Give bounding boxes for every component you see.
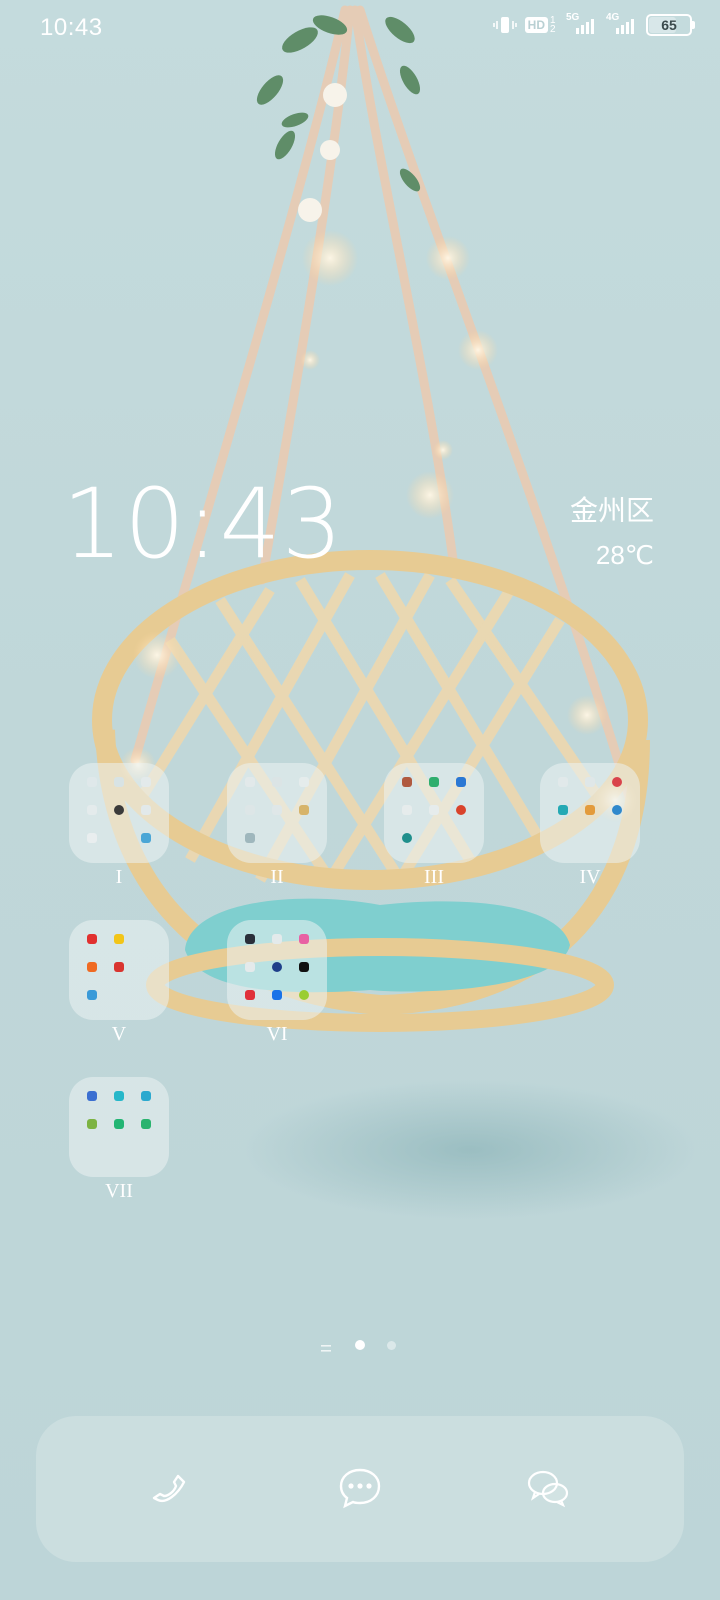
app-icon <box>245 962 255 972</box>
folder-label: IV <box>579 866 601 888</box>
folder-4[interactable] <box>540 763 640 863</box>
status-bar: 10:43 HD 1 2 5G 4G 65 <box>0 0 720 56</box>
folder-6[interactable] <box>227 920 327 1020</box>
weather-location: 金州区 <box>569 494 654 527</box>
signal-4g-icon: 4G <box>606 12 638 36</box>
weather-temperature: 28℃ <box>595 540 654 570</box>
app-icon <box>456 805 466 815</box>
messages-button[interactable] <box>328 1456 392 1520</box>
app-icon <box>141 833 151 843</box>
app-icon <box>585 805 595 815</box>
status-time: 10:43 <box>40 14 103 41</box>
app-icon <box>272 805 282 815</box>
folder-1[interactable] <box>69 763 169 863</box>
app-icon <box>114 777 124 787</box>
app-icon <box>114 805 124 815</box>
app-icon <box>141 1091 151 1101</box>
menu-lines-icon[interactable] <box>320 1341 332 1359</box>
folder-label: VI <box>266 1023 288 1045</box>
app-icon <box>402 833 412 843</box>
app-icon <box>87 1091 97 1101</box>
app-icon <box>402 805 412 815</box>
folder-5[interactable] <box>69 920 169 1020</box>
vibrate-icon <box>492 15 517 35</box>
app-icon <box>272 962 282 972</box>
app-icon <box>429 777 439 787</box>
app-icon <box>272 990 282 1000</box>
app-icon <box>402 777 412 787</box>
phone-button[interactable] <box>138 1456 202 1520</box>
folder-label: VII <box>105 1180 133 1202</box>
folder-3[interactable] <box>384 763 484 863</box>
app-icon <box>87 833 97 843</box>
app-icon <box>87 1119 97 1129</box>
folder-2[interactable] <box>227 763 327 863</box>
app-icon <box>299 962 309 972</box>
app-icon <box>114 962 124 972</box>
hd-badge: HD <box>524 17 548 33</box>
app-icon <box>299 990 309 1000</box>
app-icon <box>612 777 622 787</box>
app-icon <box>114 1091 124 1101</box>
folder-7[interactable] <box>69 1077 169 1177</box>
app-icon <box>141 1119 151 1129</box>
dock <box>36 1416 684 1562</box>
battery-percent: 65 <box>661 17 677 33</box>
app-icon <box>245 990 255 1000</box>
app-icon <box>245 805 255 815</box>
app-icon <box>272 934 282 944</box>
app-icon <box>299 805 309 815</box>
app-icon <box>299 777 309 787</box>
signal-5g-icon: 5G <box>566 12 598 36</box>
app-icon <box>141 805 151 815</box>
app-icon <box>558 777 568 787</box>
sim-numbers: 1 2 <box>550 15 556 35</box>
hd-icon: HD 1 2 <box>524 15 558 35</box>
app-icon <box>612 805 622 815</box>
app-icon <box>272 777 282 787</box>
app-icon <box>429 805 439 815</box>
folder-label: I <box>115 866 123 888</box>
app-icon <box>87 962 97 972</box>
folder-label: III <box>424 866 444 888</box>
phone-icon <box>152 1474 186 1503</box>
page-dot[interactable] <box>387 1341 396 1350</box>
page-dot-active[interactable] <box>355 1340 365 1350</box>
folder-label: V <box>111 1023 127 1045</box>
app-icon <box>141 777 151 787</box>
battery-icon: 65 <box>646 14 695 36</box>
weather-widget[interactable]: 金州区 28℃ <box>570 494 654 572</box>
app-icon <box>245 934 255 944</box>
app-icon <box>299 934 309 944</box>
app-icon <box>114 1119 124 1129</box>
clock-widget[interactable]: 10:43 <box>62 476 344 572</box>
app-icon <box>558 805 568 815</box>
wechat-button[interactable] <box>516 1456 580 1520</box>
page-indicator[interactable] <box>0 1336 720 1356</box>
folder-label: II <box>270 866 284 888</box>
app-icon <box>245 777 255 787</box>
app-icon <box>456 777 466 787</box>
app-icon <box>87 805 97 815</box>
app-icon <box>114 934 124 944</box>
app-icon <box>87 777 97 787</box>
app-icon <box>585 777 595 787</box>
app-icon <box>87 934 97 944</box>
app-icon <box>87 990 97 1000</box>
messages-icon <box>339 1468 381 1509</box>
app-icon <box>245 833 255 843</box>
wechat-icon <box>527 1470 569 1508</box>
